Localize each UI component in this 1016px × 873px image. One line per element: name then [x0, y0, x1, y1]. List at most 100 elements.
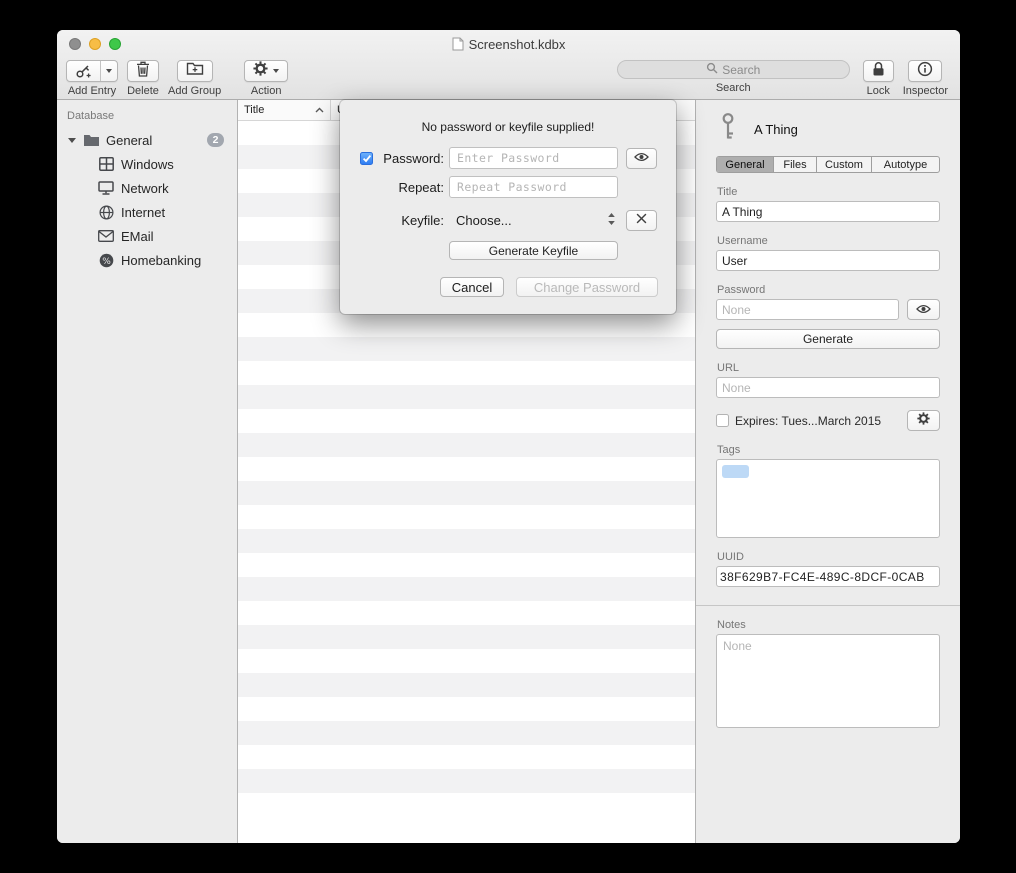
column-header-title[interactable]: Title: [238, 100, 331, 120]
repeat-input[interactable]: Repeat Password: [449, 176, 618, 198]
updown-chevrons-icon: [607, 212, 616, 229]
expires-row: Expires: Tues...March 2015: [716, 410, 940, 431]
search-placeholder: Search: [722, 63, 760, 77]
keyfile-row: Keyfile: Choose...: [340, 209, 676, 231]
tag-chip[interactable]: [722, 465, 749, 478]
sheet-buttons: Cancel Change Password: [440, 277, 676, 297]
tab-autotype[interactable]: Autotype: [872, 157, 939, 172]
keyfile-popup-value: Choose...: [456, 213, 512, 228]
tab-files[interactable]: Files: [774, 157, 817, 172]
generate-password-button[interactable]: Generate: [716, 329, 940, 349]
password-label: Password:: [378, 151, 444, 166]
keyfile-popup[interactable]: Choose...: [449, 209, 618, 231]
tags-label: Tags: [717, 444, 940, 456]
chevron-down-icon: [106, 69, 112, 73]
password-field[interactable]: None: [716, 299, 899, 320]
info-icon: [917, 61, 933, 82]
eye-icon: [634, 149, 649, 167]
toolbar: Add Entry Delete: [57, 58, 960, 99]
username-field-label: Username: [717, 235, 940, 247]
delete-item: Delete: [127, 60, 159, 97]
notes-placeholder: None: [723, 639, 752, 653]
folder-icon: [82, 133, 100, 147]
sidebar-item-internet[interactable]: Internet: [57, 200, 237, 224]
password-checkbox[interactable]: [360, 152, 373, 165]
reveal-password-button[interactable]: [626, 148, 657, 169]
expires-checkbox[interactable]: [716, 414, 729, 427]
sidebar-header: Database: [57, 108, 237, 128]
search-label: Search: [716, 82, 751, 94]
inspector-header: A Thing: [716, 114, 940, 144]
sidebar-group-label: General: [106, 133, 152, 148]
inspector-label: Inspector: [903, 85, 948, 97]
notes-field[interactable]: None: [716, 634, 940, 728]
add-entry-dropdown[interactable]: [100, 61, 117, 81]
delete-button[interactable]: [127, 60, 159, 82]
window-title-text: Screenshot.kdbx: [469, 37, 566, 52]
add-group-label: Add Group: [168, 85, 221, 97]
sidebar-item-label: Windows: [121, 157, 174, 172]
gear-icon: [253, 61, 268, 81]
lock-button[interactable]: [863, 60, 894, 82]
sort-ascending-icon: [315, 104, 324, 116]
lock-item: Lock: [863, 60, 894, 97]
gear-icon: [917, 412, 930, 430]
clear-keyfile-button[interactable]: [626, 210, 657, 231]
document-icon: [452, 37, 464, 51]
sidebar-item-label: Internet: [121, 205, 165, 220]
inspector-panel: A Thing General Files Custom Autotype Ti…: [695, 100, 960, 843]
inspector-item: Inspector: [903, 60, 948, 97]
folder-plus-icon: [186, 61, 204, 81]
title-field[interactable]: A Thing: [716, 201, 940, 222]
window-title: Screenshot.kdbx: [57, 30, 960, 58]
add-entry-button[interactable]: [66, 60, 118, 82]
sidebar-group-general[interactable]: General 2: [57, 128, 237, 152]
expires-settings-button[interactable]: [907, 410, 940, 431]
add-group-button[interactable]: [177, 60, 213, 82]
network-icon: [97, 181, 115, 195]
title-field-value: A Thing: [722, 205, 762, 219]
search-input[interactable]: Search: [617, 60, 850, 79]
disclosure-triangle-icon[interactable]: [68, 138, 76, 143]
repeat-label: Repeat:: [378, 180, 444, 195]
titlebar[interactable]: Screenshot.kdbx: [57, 30, 960, 58]
url-field[interactable]: None: [716, 377, 940, 398]
url-field-placeholder: None: [722, 381, 751, 395]
tab-custom[interactable]: Custom: [817, 157, 872, 172]
uuid-field[interactable]: 38F629B7-FC4E-489C-8DCF-0CAB: [716, 566, 940, 587]
entry-count-badge: 2: [207, 133, 224, 147]
password-input[interactable]: Enter Password: [449, 147, 618, 169]
sidebar-item-windows[interactable]: Windows: [57, 152, 237, 176]
repeat-input-placeholder: Repeat Password: [457, 180, 567, 194]
lock-icon: [872, 61, 885, 82]
generate-keyfile-button[interactable]: Generate Keyfile: [449, 241, 618, 260]
add-entry-item: Add Entry: [66, 60, 118, 97]
sidebar-item-email[interactable]: EMail: [57, 224, 237, 248]
app-window: Screenshot.kdbx Add Entry: [57, 30, 960, 843]
tab-general[interactable]: General: [717, 157, 774, 172]
notes-label: Notes: [717, 619, 940, 631]
change-password-button[interactable]: Change Password: [516, 277, 658, 297]
search-icon: [706, 62, 718, 77]
expires-label: Expires: Tues...March 2015: [735, 414, 881, 428]
sidebar-item-label: EMail: [121, 229, 154, 244]
inspector-button[interactable]: [908, 60, 942, 82]
sidebar-item-label: Network: [121, 181, 169, 196]
lock-label: Lock: [867, 85, 890, 97]
action-button[interactable]: [244, 60, 288, 82]
action-label: Action: [251, 85, 282, 97]
tags-box[interactable]: [716, 459, 940, 538]
windows-icon: [97, 157, 115, 171]
close-x-icon: [636, 211, 647, 229]
action-item: Action: [244, 60, 288, 97]
add-entry-label: Add Entry: [68, 85, 116, 97]
sidebar-item-homebanking[interactable]: % Homebanking: [57, 248, 237, 272]
sidebar-item-network[interactable]: Network: [57, 176, 237, 200]
key-plus-icon: [67, 61, 100, 81]
envelope-icon: [97, 230, 115, 242]
username-field[interactable]: User: [716, 250, 940, 271]
search-item: Search Search: [617, 60, 850, 94]
reveal-password-button[interactable]: [907, 299, 940, 320]
repeat-row: Repeat: Repeat Password: [340, 176, 676, 198]
cancel-button[interactable]: Cancel: [440, 277, 504, 297]
